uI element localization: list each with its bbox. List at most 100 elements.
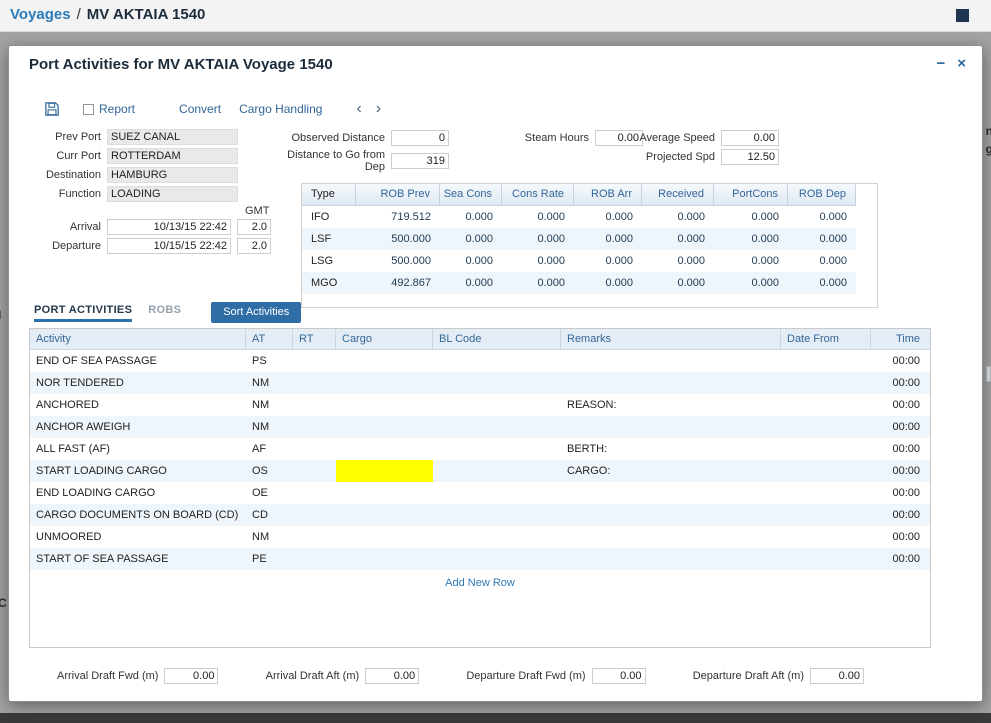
port-field-input[interactable] (107, 167, 238, 183)
background-text-fragment: n (985, 124, 991, 138)
activity-remarks-cell (561, 504, 781, 526)
rob-table-row[interactable]: LSF 500.000 0.000 0.000 0.000 0.000 0.00… (302, 228, 856, 250)
cargo-handling-link[interactable]: Cargo Handling (239, 102, 322, 116)
app-menu-icon[interactable] (956, 9, 969, 22)
tab-robs[interactable]: ROBS (148, 304, 181, 319)
activity-rt-cell (293, 416, 336, 438)
activity-cargo-cell[interactable] (336, 350, 433, 372)
datetime-input[interactable] (107, 219, 231, 235)
activity-blcode-cell (433, 504, 561, 526)
rob-prev-cell: 500.000 (356, 228, 440, 250)
rob-table: Type ROB Prev Sea Cons Cons Rate ROB Arr… (302, 184, 856, 294)
col-header-rt: RT (293, 329, 336, 349)
activity-datefrom-cell (781, 526, 871, 548)
report-option: Report (83, 102, 135, 116)
activity-row[interactable]: START OF SEA PASSAGE PE 00:00 (30, 548, 930, 570)
previous-port-arrow-icon[interactable]: ‹ (356, 102, 361, 116)
port-field-input[interactable] (107, 186, 238, 202)
activity-time-cell: 00:00 (871, 394, 930, 416)
activity-name-cell: NOR TENDERED (30, 372, 246, 394)
observed-distance-label: Observed Distance (267, 132, 391, 144)
save-icon[interactable] (45, 102, 59, 116)
activity-at-cell: OS (246, 460, 293, 482)
activity-remarks-cell (561, 416, 781, 438)
activity-blcode-cell (433, 438, 561, 460)
rob-table-row[interactable]: MGO 492.867 0.000 0.000 0.000 0.000 0.00… (302, 272, 856, 294)
gmt-input[interactable] (237, 219, 271, 235)
breadcrumb-voyages-link[interactable]: Voyages (10, 6, 71, 23)
distance-to-go-input[interactable] (391, 153, 449, 169)
activity-row[interactable]: NOR TENDERED NM 00:00 (30, 372, 930, 394)
minimize-icon[interactable]: − (936, 56, 945, 71)
activity-row[interactable]: CARGO DOCUMENTS ON BOARD (CD) CD 00:00 (30, 504, 930, 526)
datetime-input[interactable] (107, 238, 231, 254)
activity-row[interactable]: ANCHOR AWEIGH NM 00:00 (30, 416, 930, 438)
portcons-cell: 0.000 (714, 272, 788, 294)
activity-rt-cell (293, 504, 336, 526)
draft-input[interactable] (810, 668, 864, 684)
convert-link[interactable]: Convert (179, 102, 221, 116)
portcons-cell: 0.000 (714, 206, 788, 228)
close-icon[interactable]: × (957, 56, 966, 71)
activity-cargo-cell[interactable] (336, 460, 433, 482)
gmt-column-label: GMT (245, 205, 285, 217)
rob-table-body: IFO 719.512 0.000 0.000 0.000 0.000 0.00… (302, 206, 856, 294)
field-label: Function (21, 188, 107, 200)
activity-at-cell: NM (246, 372, 293, 394)
sort-activities-button[interactable]: Sort Activities (211, 302, 301, 323)
activity-remarks-cell: BERTH: (561, 438, 781, 460)
activity-row[interactable]: UNMOORED NM 00:00 (30, 526, 930, 548)
tab-port-activities[interactable]: PORT ACTIVITIES (34, 304, 132, 322)
cons-rate-cell: 0.000 (502, 228, 574, 250)
activity-row[interactable]: ANCHORED NM REASON: 00:00 (30, 394, 930, 416)
cons-rate-cell: 0.000 (502, 272, 574, 294)
activities-table-body: END OF SEA PASSAGE PS 00:00 NOR TENDERED… (30, 350, 930, 570)
draft-input[interactable] (164, 668, 218, 684)
port-field-input[interactable] (107, 148, 238, 164)
report-link[interactable]: Report (99, 102, 135, 116)
activity-datefrom-cell (781, 394, 871, 416)
activity-cargo-cell[interactable] (336, 394, 433, 416)
draft-input[interactable] (365, 668, 419, 684)
report-checkbox[interactable] (83, 104, 94, 115)
activity-blcode-cell (433, 350, 561, 372)
rob-table-row[interactable]: IFO 719.512 0.000 0.000 0.000 0.000 0.00… (302, 206, 856, 228)
add-new-row-link[interactable]: Add New Row (30, 577, 930, 589)
activity-time-cell: 00:00 (871, 482, 930, 504)
portcons-cell: 0.000 (714, 250, 788, 272)
draft-input[interactable] (592, 668, 646, 684)
voyages-page: Voyages / MV AKTAIA 1540 n g I C Port Ac… (0, 0, 991, 723)
activity-row[interactable]: START LOADING CARGO OS CARGO: 00:00 (30, 460, 930, 482)
activity-cargo-cell[interactable] (336, 416, 433, 438)
sea-cons-cell: 0.000 (440, 228, 502, 250)
projected-speed-input[interactable] (721, 149, 779, 165)
activity-row[interactable]: END OF SEA PASSAGE PS 00:00 (30, 350, 930, 372)
activities-table-header: Activity AT RT Cargo BL Code Remarks Dat… (30, 329, 930, 350)
rob-table-row[interactable]: LSG 500.000 0.000 0.000 0.000 0.000 0.00… (302, 250, 856, 272)
sea-cons-cell: 0.000 (440, 272, 502, 294)
steam-hours-label: Steam Hours (507, 132, 595, 144)
activity-at-cell: OE (246, 482, 293, 504)
activity-row[interactable]: ALL FAST (AF) AF BERTH: 00:00 (30, 438, 930, 460)
activity-row[interactable]: END LOADING CARGO OE 00:00 (30, 482, 930, 504)
activity-cargo-cell[interactable] (336, 482, 433, 504)
observed-distance-input[interactable] (391, 130, 449, 146)
activity-cargo-cell[interactable] (336, 372, 433, 394)
activity-blcode-cell (433, 460, 561, 482)
next-port-arrow-icon[interactable]: › (376, 102, 381, 116)
rob-type-cell: LSF (302, 228, 356, 250)
average-speed-input[interactable] (721, 130, 779, 146)
activity-cargo-cell[interactable] (336, 548, 433, 570)
form-row: Curr Port (21, 148, 285, 164)
rob-dep-cell: 0.000 (788, 228, 856, 250)
activity-cargo-cell[interactable] (336, 504, 433, 526)
activity-datefrom-cell (781, 438, 871, 460)
gmt-input[interactable] (237, 238, 271, 254)
steam-hours-form: Steam Hours (507, 130, 643, 149)
rob-arr-cell: 0.000 (574, 250, 642, 272)
activity-cargo-cell[interactable] (336, 526, 433, 548)
activity-cargo-cell[interactable] (336, 438, 433, 460)
port-field-input[interactable] (107, 129, 238, 145)
portcons-cell: 0.000 (714, 228, 788, 250)
draft-field-group: Arrival Draft Aft (m) (266, 668, 420, 684)
